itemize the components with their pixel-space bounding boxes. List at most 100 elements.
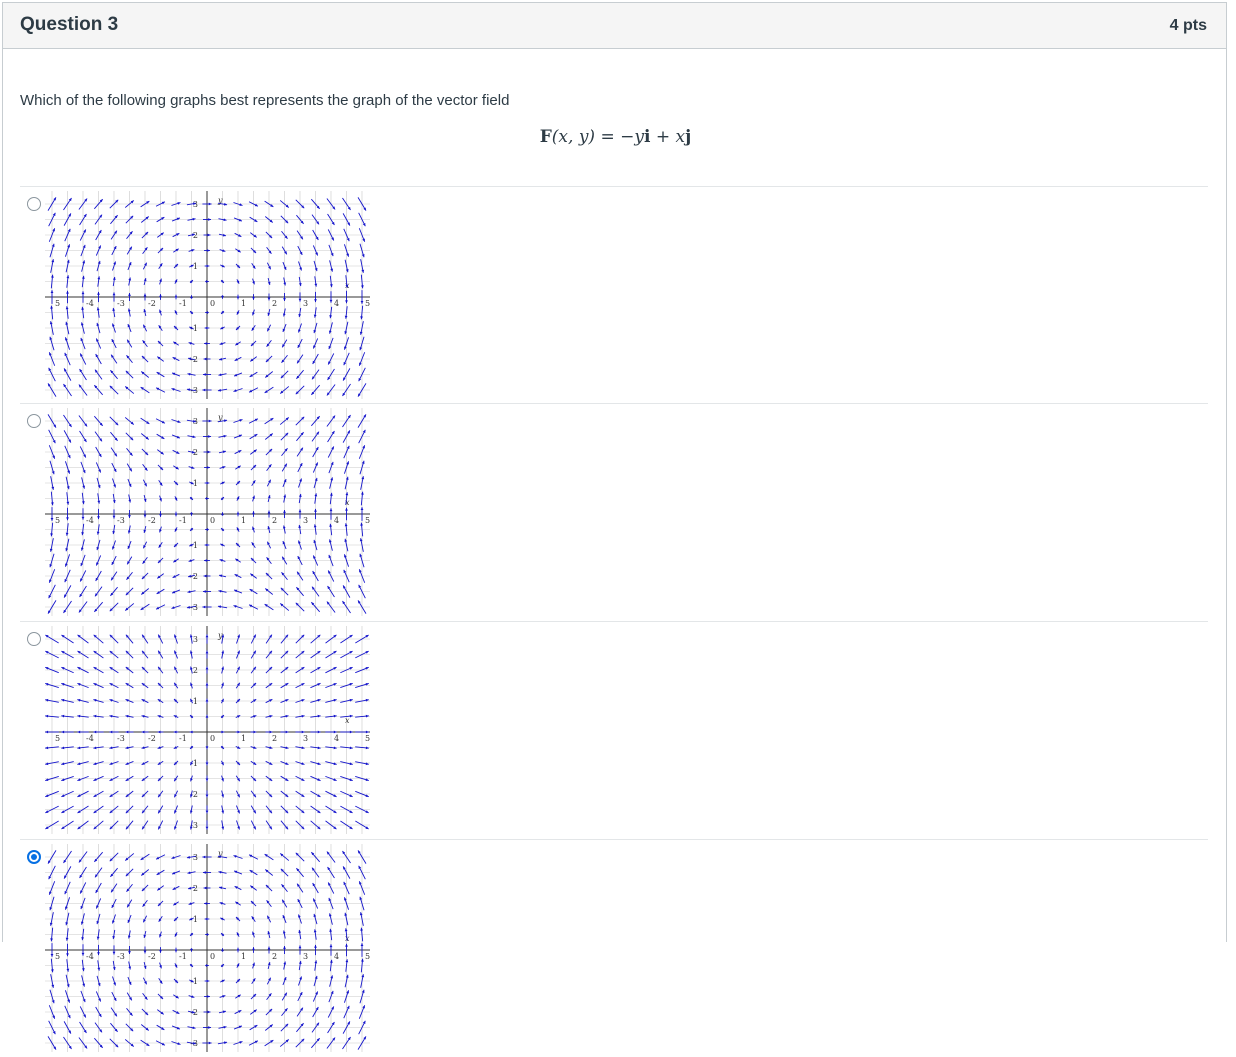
arrow-head bbox=[207, 1010, 211, 1014]
x-tick-label: -2 bbox=[148, 734, 156, 743]
arrow-head bbox=[202, 871, 206, 874]
arrow-head bbox=[208, 435, 212, 438]
arrow-head bbox=[205, 762, 209, 766]
formula-y: y bbox=[634, 127, 644, 147]
arrow-head bbox=[202, 590, 206, 593]
arrow-head bbox=[329, 508, 333, 512]
arrow-head bbox=[252, 511, 255, 514]
arrow-head bbox=[301, 699, 305, 702]
arrow-head bbox=[329, 299, 333, 303]
x-tick-label: 0 bbox=[210, 299, 215, 308]
vector-field-graph-4: 5-4-3-2-1012345321-1-2-3xy bbox=[45, 844, 370, 1052]
arrow-head bbox=[125, 730, 129, 734]
arrow-head bbox=[207, 466, 210, 469]
arrow-head bbox=[205, 746, 209, 750]
arrow-head bbox=[109, 699, 113, 702]
answer-radio-4[interactable] bbox=[27, 850, 41, 864]
vector-field-graph-3: 5 -4 -3 -2 -1 0 1 2 3 4 5321-1-2-3xy bbox=[45, 626, 370, 834]
x-tick-label: 4 bbox=[334, 952, 339, 961]
vector-arrow bbox=[204, 917, 210, 921]
arrow-head bbox=[202, 605, 206, 609]
arrow-head bbox=[204, 543, 208, 547]
x-axis-label: x bbox=[345, 716, 350, 725]
answer-radio-3[interactable] bbox=[27, 632, 41, 646]
arrow-head bbox=[205, 666, 209, 670]
arrow-head bbox=[269, 730, 273, 734]
y-tick-label: 1 bbox=[193, 479, 198, 488]
y-tick-label: 2 bbox=[193, 666, 198, 675]
answer-option-4[interactable]: 5-4-3-2-1012345321-1-2-3xy bbox=[20, 839, 1208, 1057]
x-tick-label: -1 bbox=[179, 952, 187, 961]
arrow-head bbox=[81, 291, 85, 295]
vector-arrow bbox=[204, 979, 210, 983]
arrow-head bbox=[208, 202, 212, 206]
answer-option-2[interactable]: 5-4-3-2-1012345321-1-2-3xy bbox=[20, 403, 1208, 621]
arrow-head bbox=[177, 1042, 181, 1045]
arrow-head bbox=[61, 730, 65, 734]
arrow-head bbox=[349, 730, 353, 734]
arrow-head bbox=[329, 944, 333, 948]
x-tick-label: 1 bbox=[241, 516, 246, 525]
arrow-head bbox=[174, 294, 178, 298]
arrow-head bbox=[205, 634, 209, 638]
x-tick-label: 5 bbox=[365, 516, 370, 525]
answer-option-1[interactable]: 5-4-3-2-1012345321-1-2-3xy bbox=[20, 186, 1208, 404]
x-axis-label: x bbox=[345, 934, 350, 943]
answer-option-3[interactable]: 5 -4 -3 -2 -1 0 1 2 3 4 5 3 2 1 -1 -2 -3 x y bbox=[20, 621, 1208, 839]
vector-arrow bbox=[174, 947, 178, 953]
answer-radio-2[interactable] bbox=[27, 414, 41, 428]
y-tick-label: 1 bbox=[193, 262, 198, 271]
x-tick-label: 1 bbox=[241, 299, 246, 308]
formula-plus: + bbox=[650, 127, 676, 147]
answer-radio-1[interactable] bbox=[27, 197, 41, 211]
arrow-head bbox=[314, 299, 317, 303]
arrow-head bbox=[207, 450, 211, 454]
vector-arrow bbox=[204, 326, 210, 330]
arrow-head bbox=[205, 682, 209, 686]
vector-field-graph-1: 5-4-3-2-1012345321-1-2-3xy bbox=[45, 191, 370, 399]
y-tick-label: 2 bbox=[193, 231, 198, 240]
arrow-head bbox=[237, 634, 240, 638]
x-tick-label: -3 bbox=[117, 299, 125, 308]
arrow-head bbox=[141, 730, 145, 734]
x-tick-label: 5 bbox=[55, 516, 60, 525]
arrow-head bbox=[174, 949, 178, 953]
arrow-head bbox=[112, 515, 116, 519]
arrow-head bbox=[298, 914, 301, 918]
arrow-head bbox=[208, 1026, 212, 1029]
x-tick-label: 3 bbox=[303, 952, 308, 961]
arrow-head bbox=[112, 292, 116, 296]
vector-arrow bbox=[205, 698, 209, 704]
y-tick-label: -2 bbox=[190, 572, 198, 581]
x-tick-label: -3 bbox=[117, 516, 125, 525]
x-tick-label: 3 bbox=[303, 299, 308, 308]
x-tick-label: 5 bbox=[55, 734, 60, 743]
vector-arrow bbox=[205, 760, 209, 766]
arrow-head bbox=[236, 296, 240, 300]
arrow-head bbox=[239, 203, 243, 206]
arrow-head bbox=[221, 730, 225, 734]
arrow-head bbox=[189, 730, 193, 734]
x-tick-label: 5 bbox=[365, 299, 370, 308]
question-title: Question 3 bbox=[20, 14, 119, 35]
arrow-head bbox=[283, 509, 286, 513]
arrow-head bbox=[345, 943, 348, 947]
arrow-head bbox=[205, 826, 209, 830]
arrow-head bbox=[204, 917, 208, 921]
arrow-head bbox=[171, 388, 175, 391]
arrow-head bbox=[298, 540, 301, 544]
arrow-head bbox=[207, 233, 211, 237]
arrow-head bbox=[159, 294, 162, 297]
arrow-head bbox=[113, 982, 116, 986]
arrow-head bbox=[128, 951, 131, 955]
arrow-head bbox=[208, 218, 212, 221]
formula-F: F bbox=[539, 127, 552, 147]
arrow-head bbox=[345, 507, 348, 511]
y-tick-label: -3 bbox=[190, 603, 198, 612]
arrow-head bbox=[50, 517, 54, 521]
vector-arrow bbox=[174, 511, 178, 517]
arrow-head bbox=[299, 478, 302, 482]
x-tick-label: 5 bbox=[365, 734, 370, 743]
x-tick-label: -3 bbox=[117, 952, 125, 961]
arrow-head bbox=[77, 730, 81, 734]
